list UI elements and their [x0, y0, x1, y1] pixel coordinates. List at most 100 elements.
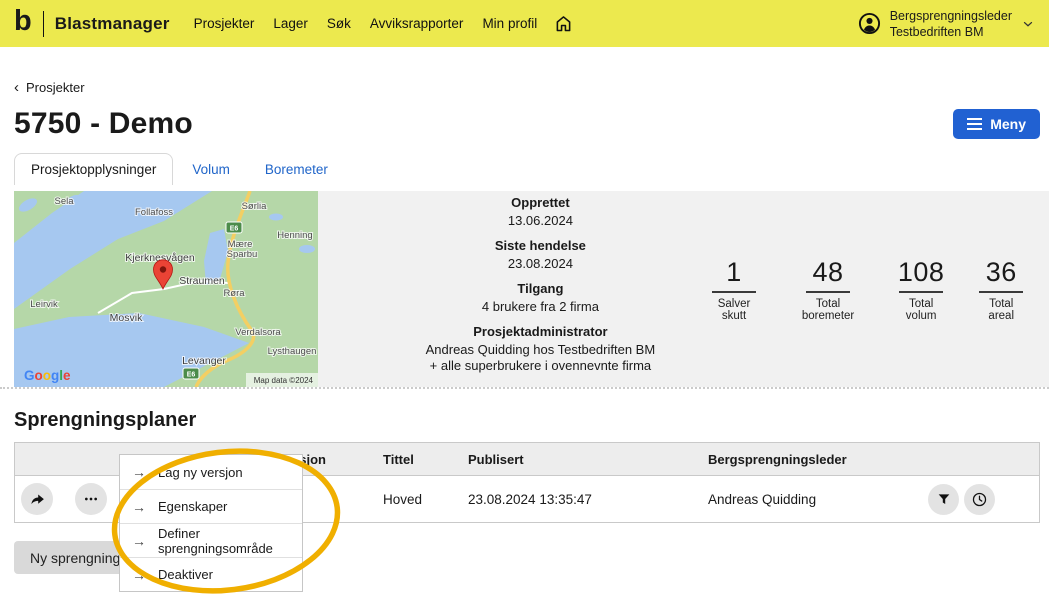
project-stats: 1 Salver skutt 48 Total boremeter 108 To… [705, 257, 1027, 322]
map-label: Sela [54, 196, 74, 207]
menu-item-egenskaper[interactable]: → Egenskaper [120, 489, 302, 523]
tab-bar: Prosjektopplysninger Volum Boremeter [14, 153, 1049, 185]
google-logo[interactable]: Google [24, 368, 71, 383]
share-button[interactable] [21, 483, 53, 515]
column-bergsprengningsleder: Bergsprengningsleder [708, 451, 847, 467]
meny-button-label: Meny [990, 116, 1026, 132]
topbar: b Blastmanager Prosjekter Lager Søk Avvi… [0, 0, 1049, 47]
stat-underline [979, 290, 1024, 293]
share-icon [30, 494, 44, 504]
field-label: Siste hendelse [494, 238, 586, 253]
map-svg: Sela Follafoss Sørlia Henning Mære Sparb… [14, 191, 318, 387]
stat-label: Total areal [988, 297, 1014, 322]
map-label: Levanger [182, 355, 226, 367]
ellipsis-icon [85, 497, 97, 501]
stat-value: 1 [726, 256, 742, 287]
road-shield-e6-south: E6 [182, 367, 200, 380]
nav-min-profil[interactable]: Min profil [482, 16, 537, 31]
stat-label: Salver skutt [717, 297, 751, 322]
avatar-icon [858, 12, 881, 35]
google-letter: e [63, 368, 71, 383]
map-label: Mosvik [110, 312, 143, 324]
chevron-down-icon[interactable] [1021, 17, 1035, 31]
hamburger-icon [967, 118, 983, 130]
field-tilgang: Tilgang 4 brukere fra 2 firma [376, 281, 705, 315]
menu-item-label: Egenskaper [158, 499, 228, 514]
stat-label: Total volum [905, 297, 937, 322]
stat-salver-skutt: 1 Salver skutt [705, 257, 763, 322]
field-siste-hendelse: Siste hendelse 23.08.2024 [376, 238, 705, 272]
title-row: 5750 - Demo Meny [14, 107, 1040, 141]
map-label: Lysthaugen [268, 346, 317, 357]
cell-bergsprengningsleder: Andreas Quidding [708, 491, 817, 507]
map-label: Henning [277, 230, 312, 241]
menu-item-lag-ny-versjon[interactable]: → Lag ny versjon [120, 455, 302, 489]
logo-divider [42, 10, 44, 37]
column-publisert: Publisert [468, 451, 524, 467]
user-info: Bergsprengningsleder Testbedriften BM [890, 8, 1012, 40]
page-title: 5750 - Demo [14, 107, 193, 140]
field-prosjektadministrator: Prosjektadministrator Andreas Quidding h… [376, 324, 705, 374]
field-value: Andreas Quidding hos Testbedriften BM [425, 342, 656, 357]
blastmanager-page: b Blastmanager Prosjekter Lager Søk Avvi… [0, 0, 1049, 595]
arrow-right-icon: → [132, 532, 146, 549]
field-value: 13.06.2024 [507, 213, 573, 228]
meny-button[interactable]: Meny [953, 109, 1040, 139]
tab-volum[interactable]: Volum [192, 162, 230, 177]
google-letter: G [24, 368, 35, 383]
cell-publisert: 23.08.2024 13:35:47 [468, 491, 592, 507]
filter-button[interactable] [928, 483, 959, 515]
stat-value: 48 [812, 256, 844, 287]
project-overview-panel: Sela Follafoss Sørlia Henning Mære Sparb… [0, 191, 1049, 389]
breadcrumb[interactable]: ‹ Prosjekter [14, 78, 85, 96]
nav-lager[interactable]: Lager [273, 16, 308, 31]
blastmanager-logo-icon[interactable]: b [14, 7, 32, 36]
brand-name[interactable]: Blastmanager [55, 14, 170, 34]
history-button[interactable] [964, 483, 995, 515]
stat-total-volum: 108 Total volum [893, 257, 950, 322]
filter-icon [938, 494, 949, 504]
stat-total-areal: 36 Total areal [975, 257, 1027, 322]
field-opprettet: Opprettet 13.06.2024 [376, 195, 705, 229]
stat-value: 108 [897, 256, 945, 287]
project-details: Opprettet 13.06.2024 Siste hendelse 23.0… [376, 195, 705, 383]
field-label: Tilgang [517, 281, 564, 296]
road-shield-e6-north: E6 [225, 221, 243, 234]
field-label: Prosjektadministrator [473, 324, 608, 339]
map-label: Sørlia [242, 201, 268, 212]
clock-icon [972, 492, 987, 506]
menu-item-label: Lag ny versjon [158, 464, 243, 480]
cell-tittel: Hoved [383, 491, 423, 507]
map-label: Follafoss [135, 207, 173, 218]
chevron-left-icon: ‹ [14, 78, 19, 96]
map-label: Sparbu [227, 249, 258, 260]
user-menu[interactable]: Bergsprengningsleder Testbedriften BM [858, 8, 1035, 40]
google-letter: o [43, 368, 51, 383]
menu-item-label: Definer sprengningsområde [158, 525, 273, 556]
project-map[interactable]: Sela Follafoss Sørlia Henning Mære Sparb… [14, 191, 318, 387]
nav-prosjekter[interactable]: Prosjekter [194, 16, 255, 31]
row-actions-cell [928, 483, 1041, 515]
menu-item-definer-sprengningsomrade[interactable]: → Definer sprengningsområde [120, 523, 302, 557]
map-label: Røra [223, 288, 245, 299]
nav-sok[interactable]: Søk [327, 16, 351, 31]
field-value: 4 brukere fra 2 firma [481, 299, 599, 314]
context-menu: → Lag ny versjon → Egenskaper → Definer … [119, 454, 303, 592]
more-options-button[interactable] [75, 483, 107, 515]
section-title: Sprengningsplaner [14, 409, 197, 431]
arrow-right-icon: → [132, 498, 146, 515]
stat-total-boremeter: 48 Total boremeter [789, 257, 867, 322]
google-letter: g [51, 368, 59, 383]
stat-underline [806, 290, 851, 293]
home-icon[interactable] [553, 13, 574, 34]
map-label: Verdalsora [235, 327, 281, 338]
tab-boremeter[interactable]: Boremeter [265, 162, 328, 177]
tab-prosjektopplysninger[interactable]: Prosjektopplysninger [14, 153, 174, 185]
menu-item-deaktiver[interactable]: → Deaktiver [120, 557, 302, 591]
google-letter: o [35, 368, 43, 383]
road-shield-label: E6 [187, 372, 196, 379]
user-role: Bergsprengningsleder [889, 8, 1012, 23]
field-label: Opprettet [511, 195, 570, 210]
map-attribution: Map data ©2024 [254, 376, 314, 385]
nav-avviksrapporter[interactable]: Avviksrapporter [370, 16, 464, 31]
